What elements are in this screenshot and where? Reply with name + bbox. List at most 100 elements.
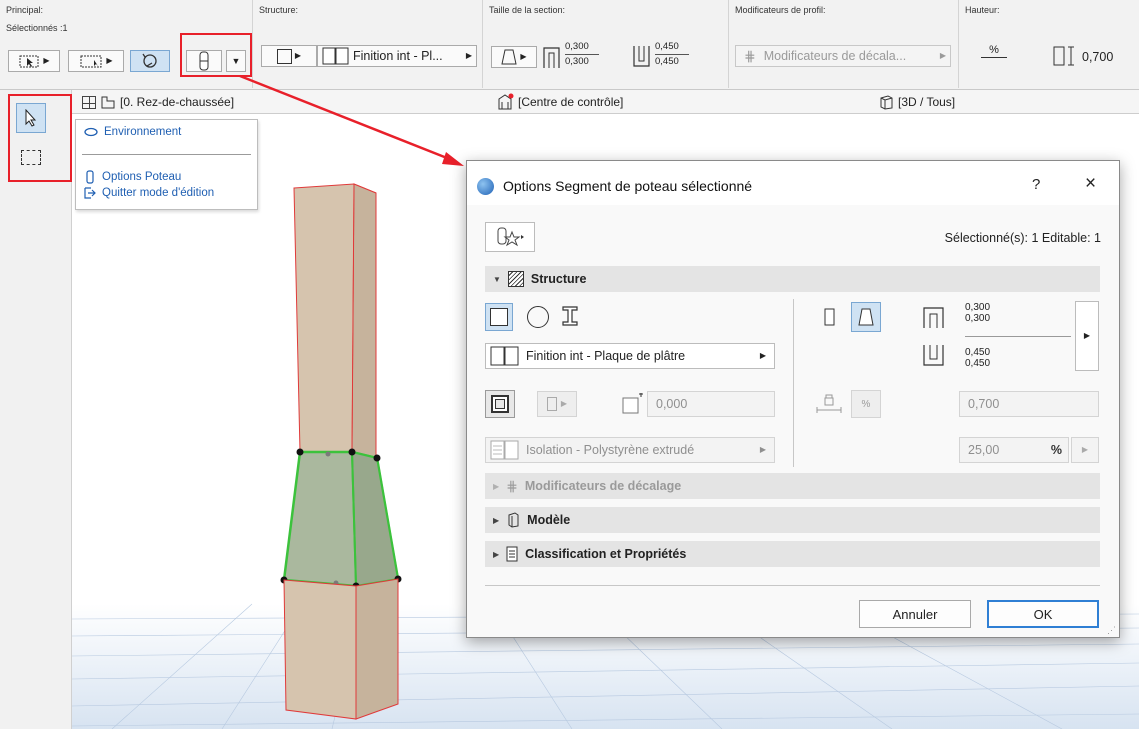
- top-dim-a: 0,300: [565, 41, 589, 52]
- annotation-box: [180, 33, 252, 77]
- section-size-expand-button[interactable]: ▶: [1075, 301, 1099, 371]
- height-value[interactable]: 0,700: [1082, 50, 1113, 64]
- section-structure-label: Structure: [530, 272, 587, 286]
- segment-percent-value: 25,00: [968, 443, 1000, 457]
- rectangular-shape-button[interactable]: [485, 303, 513, 331]
- 3d-box-icon: [880, 95, 893, 110]
- lock-icon-wrap: [815, 393, 843, 418]
- top-section-icon-wrap: [921, 304, 947, 333]
- section-size-group: Taille de la section: ▶ 0,300 0,300 0,45…: [483, 0, 729, 88]
- section-offset-modifiers-header[interactable]: ▶ ⋕ Modificateurs de décalage: [485, 473, 1100, 499]
- veneer-offset-input[interactable]: 0,000: [647, 391, 775, 417]
- tab-control-center[interactable]: [Centre de contrôle]: [496, 93, 623, 111]
- tab-3d-view-label: [3D / Tous]: [898, 95, 956, 109]
- menu-item-column-options-label: Options Poteau: [102, 171, 182, 183]
- shape-button[interactable]: ▶: [261, 45, 317, 67]
- percent-mode-button[interactable]: %: [851, 390, 881, 418]
- menu-item-column-options[interactable]: Options Poteau: [84, 170, 181, 184]
- circular-shape-button[interactable]: [527, 306, 549, 328]
- annotation-box: [8, 94, 72, 182]
- veneer-offset-value: 0,000: [656, 397, 688, 411]
- selection-info: Sélectionné(s): 1 Editable: 1: [944, 231, 1101, 245]
- section-model-label: Modèle: [527, 513, 571, 527]
- veneer-toggle-button[interactable]: [485, 390, 515, 418]
- marquee-arrow-icon: [19, 55, 39, 68]
- principal-group: Principal: Sélectionnés :1 ▶ ▶ ▼: [0, 0, 253, 88]
- column-segment-dialog: Options Segment de poteau sélectionné ? …: [466, 160, 1120, 638]
- ok-button[interactable]: OK: [987, 600, 1099, 628]
- column-lower-side: [355, 578, 399, 720]
- marquee-button[interactable]: ▶: [68, 50, 124, 72]
- marquee-icon: [80, 55, 102, 68]
- column-lower: [283, 579, 357, 720]
- structure-separator: [793, 299, 794, 467]
- segment-height-input[interactable]: 0,700: [959, 391, 1099, 417]
- menu-item-exit-edit[interactable]: Quitter mode d'édition: [84, 187, 214, 199]
- top-dim-a[interactable]: 0,300: [965, 302, 990, 313]
- profile-modifiers-title: Modificateurs de profil:: [735, 5, 826, 15]
- close-button[interactable]: ×: [1085, 173, 1096, 195]
- menu-item-environment[interactable]: Environnement: [84, 126, 181, 138]
- dropdown-arrow-icon: ▶: [465, 51, 472, 60]
- top-section-icon: [923, 307, 944, 328]
- help-button[interactable]: ?: [1032, 176, 1040, 193]
- tab-floor-plan[interactable]: [0. Rez-de-chaussée]: [82, 93, 234, 111]
- bottom-section-icon: [923, 345, 944, 366]
- dialog-title-bar: Options Segment de poteau sélectionné ? …: [467, 161, 1119, 205]
- percent-toggle[interactable]: %: [981, 44, 1007, 58]
- structure-material-button[interactable]: Finition int - Pl... ▶: [317, 45, 477, 67]
- profile-modifiers-button[interactable]: ⋕ Modificateurs de décala... ▶: [735, 45, 951, 67]
- section-model-header[interactable]: ▶ Modèle: [485, 507, 1100, 533]
- favorites-button[interactable]: [485, 222, 535, 252]
- building-material-icon: [322, 47, 349, 65]
- bottom-dim-a[interactable]: 0,450: [965, 347, 990, 358]
- top-dim-b[interactable]: 0,300: [965, 313, 990, 324]
- segment-percent-input[interactable]: 25,00 %: [959, 437, 1069, 463]
- cancel-button[interactable]: Annuler: [859, 600, 971, 628]
- dropdown-arrow-icon: ▶: [294, 51, 302, 60]
- select-arrow-button[interactable]: ▶: [8, 50, 60, 72]
- floor-plan-icon: [101, 96, 115, 109]
- section-offset-modifiers-label: Modificateurs de décalage: [524, 479, 682, 493]
- resize-grip-icon[interactable]: ⋰: [1107, 625, 1116, 636]
- info-box: Principal: Sélectionnés :1 ▶ ▶ ▼ Structu: [0, 0, 1139, 90]
- tapered-column-button[interactable]: [851, 302, 881, 332]
- profile-modifiers-group: Modificateurs de profil: ⋕ Modificateurs…: [729, 0, 959, 88]
- percent-stepper-button[interactable]: ▶: [1071, 437, 1099, 463]
- veneer-type-button[interactable]: ▶: [537, 391, 577, 417]
- building-material-label: Finition int - Plaque de plâtre: [526, 349, 686, 363]
- veneer-type-icon: [546, 397, 557, 411]
- selected-segment-side: [350, 450, 400, 588]
- document-icon: [506, 546, 518, 562]
- height-group: Hauteur: % 0,700: [959, 0, 1139, 88]
- favorites-icon: [497, 227, 524, 247]
- chevron-right-icon: ▶: [1081, 445, 1089, 454]
- tapered-column-icon: [858, 308, 874, 326]
- menu-item-environment-label: Environnement: [104, 126, 182, 138]
- top-section-icon: [543, 47, 560, 68]
- bottom-dim-b[interactable]: 0,450: [965, 358, 990, 369]
- control-center-icon: [498, 93, 514, 110]
- bottom-section-icon-wrap: [921, 343, 947, 372]
- profile-shape-button[interactable]: [561, 305, 579, 330]
- tab-3d-view[interactable]: [3D / Tous]: [878, 93, 955, 111]
- straight-column-button[interactable]: [823, 307, 837, 330]
- structure-material-label: Finition int - Pl...: [353, 49, 443, 63]
- column-upper-side: [351, 183, 377, 459]
- square-icon: [490, 308, 508, 326]
- section-structure-header[interactable]: ▼ Structure: [485, 266, 1100, 292]
- model-icon: [508, 512, 519, 528]
- magic-wand-button[interactable]: [130, 50, 170, 72]
- exit-icon: [84, 187, 96, 199]
- rotate-icon: [142, 53, 157, 68]
- insulation-material-dropdown[interactable]: Isolation - Polystyrène extrudé ▶: [485, 437, 775, 463]
- section-shape-button[interactable]: ▶: [491, 46, 537, 68]
- core-offset-icon: [622, 393, 643, 414]
- percent-mode-symbol: %: [861, 398, 871, 410]
- insulation-icon: [490, 440, 519, 460]
- menu-separator: [82, 154, 251, 155]
- modifier-icon: ⋕: [744, 47, 756, 64]
- straight-column-icon: [824, 308, 835, 326]
- section-classification-header[interactable]: ▶ Classification et Propriétés: [485, 541, 1100, 567]
- building-material-dropdown[interactable]: Finition int - Plaque de plâtre ▶: [485, 343, 775, 369]
